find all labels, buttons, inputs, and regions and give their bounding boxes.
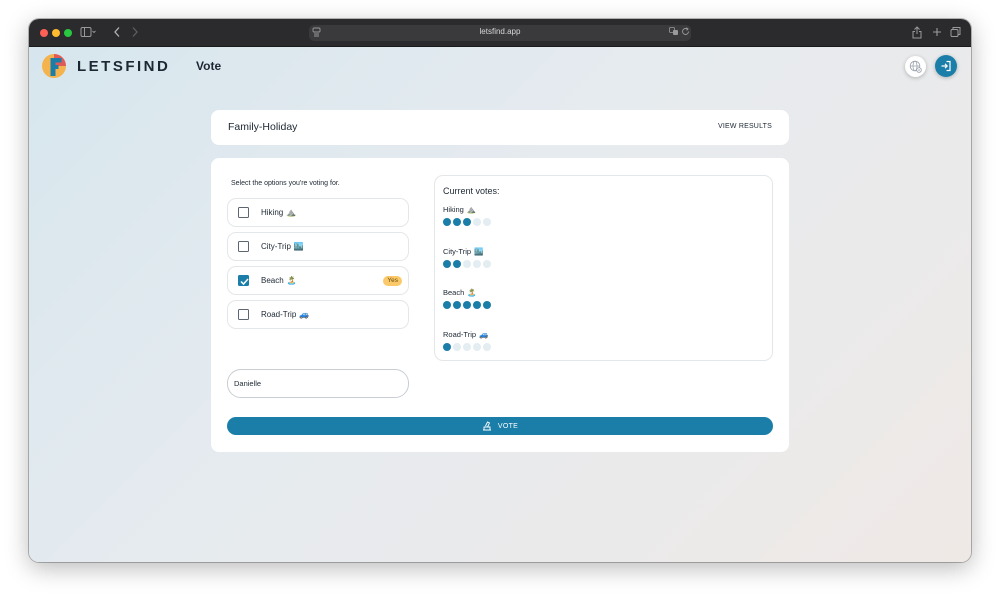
tab-overview-icon[interactable] <box>950 26 961 42</box>
close-window-button[interactable] <box>40 29 48 37</box>
vote-dot-empty <box>483 259 491 268</box>
vote-dot-empty <box>463 259 471 268</box>
cityscape-icon: 🏙️ <box>293 242 304 251</box>
option-checkbox[interactable] <box>238 309 249 320</box>
vote-option-name: Road-Trip 🚙 <box>443 330 488 339</box>
option-label-text: Hiking <box>261 208 284 217</box>
address-bar[interactable]: letsfind.app <box>309 25 691 41</box>
vote-row: Hiking ⛰️ <box>443 205 491 226</box>
vote-option-label: Beach <box>443 288 465 297</box>
reload-icon[interactable] <box>681 27 690 38</box>
vote-dot-filled <box>443 218 451 226</box>
view-results-button[interactable]: VIEW RESULTS <box>718 123 772 130</box>
vote-option-name: City-Trip 🏙️ <box>443 247 483 256</box>
vote-dot-filled <box>453 218 461 226</box>
current-votes-panel: Current votes: Hiking ⛰️ City-Trip 🏙️ Beach 🏝… <box>434 175 773 361</box>
car-icon: 🚙 <box>299 310 310 319</box>
option-checkbox[interactable] <box>238 275 249 286</box>
translate-icon[interactable] <box>669 27 679 38</box>
yes-badge: Yes <box>383 276 402 286</box>
vote-row: Beach 🏝️ <box>443 288 491 309</box>
vote-dots <box>443 259 491 268</box>
vote-option-name: Hiking ⛰️ <box>443 205 476 214</box>
vote-dot-empty <box>473 218 481 226</box>
brand-name: LETSFIND <box>77 58 171 75</box>
mountain-icon: ⛰️ <box>466 205 477 214</box>
vote-option-label: Road-Trip <box>443 329 477 339</box>
voting-card: Select the options you're voting for. Hi… <box>211 158 789 452</box>
forward-icon[interactable] <box>131 26 139 42</box>
globe-icon <box>909 60 922 73</box>
vote-dot-filled <box>463 218 471 226</box>
vote-button-label: VOTE <box>497 422 519 430</box>
poll-header-card: Family-Holiday VIEW RESULTS <box>211 110 789 145</box>
island-icon: 🏝️ <box>286 276 297 285</box>
vote-dot-filled <box>453 301 461 309</box>
new-tab-icon[interactable] <box>932 26 942 42</box>
vote-option-label: Hiking <box>443 205 464 214</box>
vote-dots <box>443 218 491 226</box>
login-icon <box>941 60 951 72</box>
vote-dots <box>443 301 491 309</box>
app-content: LETSFIND Vote Family-Holiday VIEW RESULT… <box>29 47 971 562</box>
option-label: Hiking ⛰️ <box>261 208 296 217</box>
voting-instruction: Select the options you're voting for. <box>231 180 340 187</box>
option-hiking[interactable]: Hiking ⛰️ <box>227 198 409 227</box>
poll-title: Family-Holiday <box>228 121 298 133</box>
vote-dot-filled <box>443 301 451 309</box>
current-votes-heading: Current votes: <box>443 186 500 196</box>
ballot-icon <box>482 421 491 431</box>
vote-row: City-Trip 🏙️ <box>443 247 491 268</box>
minimize-window-button[interactable] <box>52 29 60 37</box>
mountain-icon: ⛰️ <box>286 208 297 217</box>
vote-dot-filled <box>473 301 481 309</box>
vote-dot-empty <box>483 342 491 351</box>
sidebar-toggle-icon[interactable] <box>80 26 96 42</box>
vote-dot-empty <box>463 342 471 351</box>
url-text: letsfind.app <box>479 27 521 36</box>
vote-button[interactable]: VOTE <box>227 417 773 435</box>
option-label: City-Trip 🏙️ <box>261 242 304 251</box>
option-checkbox[interactable] <box>238 207 249 218</box>
option-beach[interactable]: Beach 🏝️ Yes <box>227 266 409 295</box>
zoom-window-button[interactable] <box>64 29 72 37</box>
vote-dot-filled <box>443 259 451 268</box>
vote-dot-filled <box>443 342 451 351</box>
vote-row: Road-Trip 🚙 <box>443 330 491 351</box>
option-label-text: Beach <box>261 276 284 285</box>
island-icon: 🏝️ <box>467 288 477 297</box>
vote-dot-empty <box>483 218 491 226</box>
vote-dot-filled <box>463 301 471 309</box>
checkmark-icon <box>240 278 249 286</box>
option-label: Road-Trip 🚙 <box>261 310 309 319</box>
option-label: Beach 🏝️ <box>261 276 297 285</box>
language-button[interactable] <box>905 56 926 77</box>
option-label-text: City-Trip <box>261 242 291 251</box>
vote-option-name: Beach 🏝️ <box>443 288 477 297</box>
share-icon[interactable] <box>912 26 922 43</box>
vote-dots <box>443 342 491 351</box>
option-checkbox[interactable] <box>238 241 249 252</box>
vote-dot-filled <box>453 259 461 268</box>
browser-titlebar: letsfind.app <box>29 19 971 47</box>
page-title: Vote <box>196 59 222 73</box>
option-road-trip[interactable]: Road-Trip 🚙 <box>227 300 409 329</box>
vote-dot-empty <box>453 342 461 351</box>
vote-dot-empty <box>473 342 481 351</box>
cityscape-icon: 🏙️ <box>474 246 484 256</box>
name-input[interactable] <box>227 369 409 398</box>
vote-option-label: City-Trip <box>443 246 472 256</box>
option-label-text: Road-Trip <box>261 310 297 319</box>
option-city-trip[interactable]: City-Trip 🏙️ <box>227 232 409 261</box>
letsfind-logo-icon <box>42 54 66 78</box>
vote-dot-filled <box>483 301 491 309</box>
vote-dot-empty <box>473 259 481 268</box>
browser-window: letsfind.app LETSFIND Vote Family-Holida… <box>29 19 971 562</box>
car-icon: 🚙 <box>479 329 489 339</box>
back-icon[interactable] <box>113 26 121 42</box>
login-button[interactable] <box>935 55 957 77</box>
